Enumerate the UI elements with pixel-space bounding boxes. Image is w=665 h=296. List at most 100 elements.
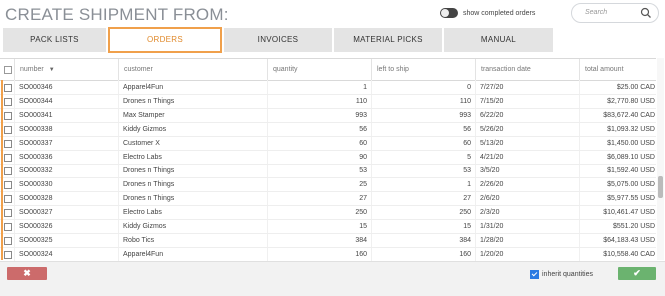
table-row[interactable]: SO000328 Drones n Things 27 27 2/6/20 $5,977.…	[0, 192, 656, 207]
search-input[interactable]: Search	[571, 3, 659, 23]
cell-quantity: 110	[355, 97, 367, 105]
select-all-checkbox[interactable]	[4, 66, 12, 74]
table-row[interactable]: SO000341 Max Stamper 993 993 6/22/20 $83,672.…	[0, 109, 656, 123]
cell-left-to-ship: 27	[463, 195, 471, 203]
cell-number: SO000344	[19, 97, 53, 105]
cell-transaction-date: 6/22/20	[480, 111, 504, 119]
row-checkbox[interactable]	[4, 139, 12, 148]
cell-transaction-date: 7/27/20	[480, 84, 504, 91]
cell-number: SO000330	[19, 181, 53, 189]
row-checkbox[interactable]	[4, 125, 12, 134]
cell-customer: Drones n Things	[123, 167, 175, 175]
table-row[interactable]: SO000346 Apparel4Fun 1 0 7/27/20 $25.00 CAD	[0, 81, 656, 95]
cell-quantity: 27	[359, 195, 367, 203]
tab-pack-lists[interactable]: PACK LISTS	[3, 28, 106, 52]
cell-left-to-ship: 160	[459, 250, 471, 258]
row-checkbox[interactable]	[4, 97, 12, 106]
inherit-quantities-option[interactable]: inherit quantities	[530, 270, 593, 279]
cell-left-to-ship: 56	[463, 125, 471, 133]
table-row[interactable]: SO000332 Drones n Things 53 53 3/5/20 $1,592.…	[0, 164, 656, 179]
table-row[interactable]: SO000330 Drones n Things 25 1 2/26/20 $5,075.…	[0, 178, 656, 193]
cell-number: SO000337	[19, 139, 53, 147]
table-scrollbar[interactable]	[657, 58, 664, 260]
table-row[interactable]: SO000324 Apparel4Fun 160 160 1/20/20 $10,558.…	[0, 248, 656, 262]
footer-bar: ✖ inherit quantities ✔	[0, 261, 665, 296]
cell-total-amount: $83,672.40 CAD	[603, 111, 655, 119]
column-header-left-to-ship[interactable]: left to ship	[371, 59, 475, 80]
cell-number: SO000336	[19, 153, 53, 161]
table-row[interactable]: SO000327 Electro Labs 250 250 2/3/20 $10,461.…	[0, 206, 656, 221]
table-row[interactable]: SO000325 Robo Tics 384 384 1/28/20 $64,183.43…	[0, 234, 656, 248]
cell-number: SO000326	[19, 223, 53, 230]
table-row[interactable]: SO000338 Kiddy Gizmos 56 56 5/26/20 $1,093.32…	[0, 123, 656, 137]
table-row[interactable]: SO000336 Electro Labs 90 5 4/21/20 $6,089.10 …	[0, 151, 656, 165]
row-checkbox[interactable]	[4, 181, 12, 190]
cell-quantity: 993	[355, 111, 367, 119]
show-completed-toggle-group[interactable]: show completed orders	[440, 8, 535, 18]
show-completed-toggle[interactable]	[440, 8, 458, 18]
cell-quantity: 250	[355, 209, 367, 217]
row-checkbox[interactable]	[4, 209, 12, 218]
row-checkbox[interactable]	[4, 250, 12, 259]
column-header-transaction-date[interactable]: transaction date	[475, 59, 579, 80]
cell-customer: Electro Labs	[123, 209, 162, 217]
cell-number: SO000327	[19, 209, 53, 217]
cell-transaction-date: 2/3/20	[480, 209, 500, 217]
cell-quantity: 15	[359, 223, 367, 230]
cell-customer: Apparel4Fun	[123, 250, 164, 258]
column-header-quantity[interactable]: quantity	[267, 59, 371, 80]
cancel-button[interactable]: ✖	[7, 267, 47, 280]
selection-indicator	[1, 80, 3, 260]
cell-transaction-date: 1/31/20	[480, 223, 504, 230]
table-row[interactable]: SO000326 Kiddy Gizmos 15 15 1/31/20 $551.20 U…	[0, 220, 656, 234]
cell-total-amount: $5,977.55 USD	[607, 195, 655, 203]
cell-customer: Apparel4Fun	[123, 84, 164, 91]
table-row[interactable]: SO000337 Customer X 60 60 5/13/20 $1,450.00 U…	[0, 137, 656, 151]
cell-left-to-ship: 60	[463, 139, 471, 147]
cell-number: SO000346	[19, 84, 53, 91]
confirm-button[interactable]: ✔	[618, 267, 656, 280]
column-label-number: number	[20, 66, 44, 73]
search-icon[interactable]	[640, 7, 652, 19]
cell-customer: Drones n Things	[123, 97, 175, 105]
cell-left-to-ship: 1	[467, 181, 471, 189]
cell-number: SO000328	[19, 195, 53, 203]
column-header-total-amount[interactable]: total amount	[579, 59, 656, 80]
cell-number: SO000338	[19, 125, 53, 133]
cell-left-to-ship: 5	[467, 153, 471, 161]
row-checkbox[interactable]	[4, 84, 12, 92]
cell-total-amount: $1,450.00 USD	[607, 139, 655, 147]
table-row[interactable]: SO000344 Drones n Things 110 110 7/15/20 $2,7…	[0, 95, 656, 109]
inherit-quantities-checkbox[interactable]	[530, 270, 539, 279]
show-completed-label: show completed orders	[463, 9, 536, 17]
cell-transaction-date: 5/26/20	[480, 125, 504, 133]
cell-transaction-date: 2/6/20	[480, 195, 500, 203]
tab-manual[interactable]: MANUAL	[444, 28, 553, 52]
row-checkbox[interactable]	[4, 236, 12, 245]
row-checkbox[interactable]	[4, 153, 12, 162]
sort-desc-icon: ▼	[48, 67, 55, 73]
cell-total-amount: $6,089.10 USD	[607, 153, 655, 161]
tab-orders[interactable]: ORDERS	[108, 27, 222, 53]
tab-material-picks[interactable]: MATERIAL PICKS	[334, 28, 442, 52]
scrollbar-thumb[interactable]	[658, 176, 663, 198]
row-checkbox[interactable]	[4, 195, 12, 204]
cell-quantity: 384	[355, 236, 367, 244]
row-checkbox[interactable]	[4, 111, 12, 120]
column-header-customer[interactable]: customer	[118, 59, 267, 80]
cell-left-to-ship: 993	[459, 111, 471, 119]
cell-total-amount: $551.20 USD	[612, 223, 655, 230]
column-header-number[interactable]: number ▼	[14, 59, 118, 80]
tab-invoices[interactable]: INVOICES	[224, 28, 332, 52]
cell-total-amount: $1,093.32 USD	[607, 125, 655, 133]
cell-customer: Max Stamper	[123, 111, 165, 119]
cell-customer: Kiddy Gizmos	[123, 125, 167, 133]
cell-left-to-ship: 110	[459, 97, 471, 105]
cell-total-amount: $2,770.80 USD	[607, 97, 655, 105]
row-checkbox[interactable]	[4, 167, 12, 176]
cell-customer: Kiddy Gizmos	[123, 223, 167, 230]
cell-transaction-date: 4/21/20	[480, 153, 504, 161]
cell-total-amount: $5,075.00 USD	[607, 181, 655, 189]
row-checkbox[interactable]	[4, 223, 12, 231]
cell-number: SO000324	[19, 250, 53, 258]
